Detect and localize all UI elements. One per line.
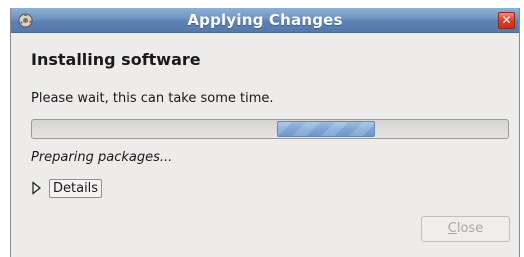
- progress-bar: [31, 119, 509, 139]
- window-close-button[interactable]: ✕: [498, 12, 515, 29]
- close-button-label: lose: [456, 221, 484, 236]
- dialog-window: Applying Changes ✕ Installing software P…: [10, 8, 520, 257]
- close-icon: ✕: [501, 13, 512, 27]
- status-text: Preparing packages...: [31, 150, 173, 165]
- close-button-mnemonic: C: [447, 221, 457, 236]
- progress-pulse: [277, 121, 375, 137]
- window-title: Applying Changes: [187, 11, 343, 29]
- page-title: Installing software: [31, 50, 201, 69]
- details-label[interactable]: Details: [49, 178, 103, 198]
- close-button[interactable]: Close: [421, 216, 510, 242]
- title-bar[interactable]: Applying Changes ✕: [11, 8, 519, 33]
- details-expander[interactable]: Details: [31, 178, 103, 198]
- triangle-right-icon: [32, 181, 41, 195]
- info-message: Please wait, this can take some time.: [31, 91, 274, 106]
